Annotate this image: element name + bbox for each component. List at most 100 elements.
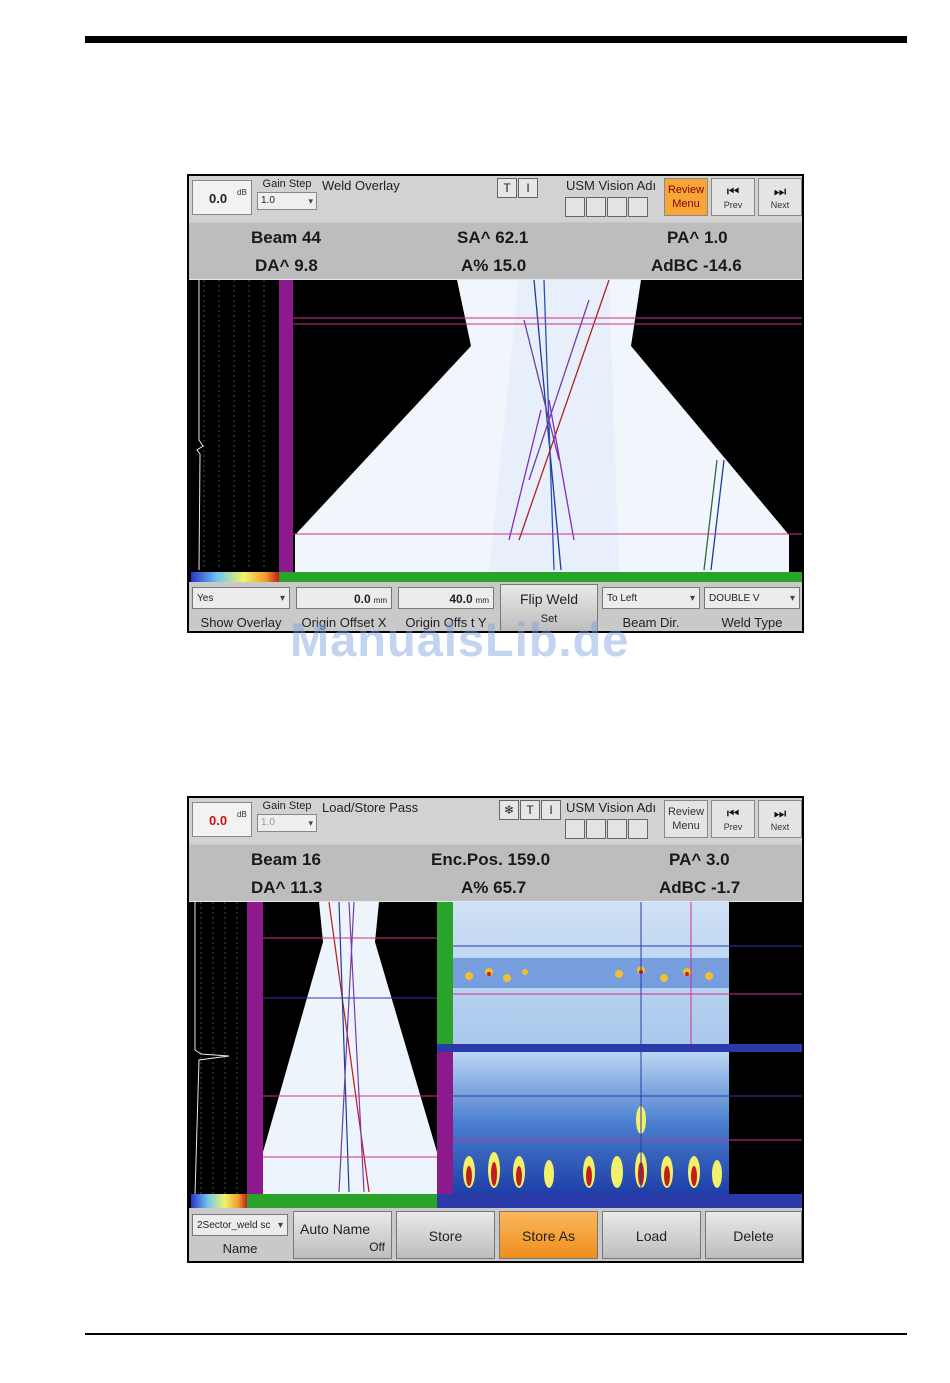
- battery-icon: [586, 819, 606, 839]
- cursor-icon[interactable]: I: [541, 800, 561, 820]
- probe-icon: [565, 819, 585, 839]
- gain-readout[interactable]: 0.0 dB: [192, 802, 252, 837]
- plot-graphics: [191, 902, 802, 1208]
- next-button[interactable]: ⏭ Next: [758, 178, 802, 216]
- store-button[interactable]: Store: [396, 1211, 495, 1259]
- next-label: Next: [770, 200, 790, 210]
- origin-offset-y-value: 40.0: [449, 592, 473, 606]
- readout-row: Beam 16 Enc.Pos. 159.0 PA^ 3.0: [189, 845, 802, 874]
- flip-weld-label: Flip Weld: [519, 591, 579, 607]
- next-label: Next: [770, 822, 790, 832]
- review-menu-button[interactable]: Review Menu: [664, 178, 708, 216]
- fast-forward-icon: ⏭: [773, 805, 787, 821]
- readout-enc-pos: Enc.Pos. 159.0: [431, 850, 551, 869]
- name-label: Name: [222, 1241, 258, 1256]
- battery-icon: [586, 197, 606, 217]
- screen-title: Weld Overlay: [322, 178, 400, 193]
- network-icon: [628, 819, 648, 839]
- prev-button[interactable]: ⏮ Prev: [711, 800, 755, 838]
- fast-forward-icon: ⏭: [773, 183, 787, 199]
- readout-adbc: AdBC -14.6: [651, 256, 742, 275]
- tool-icons: TI: [497, 178, 567, 198]
- watermark: ManualsLib.de: [290, 613, 630, 666]
- gate-t-icon[interactable]: T: [497, 178, 517, 198]
- product-name: USM Vision Adı: [566, 800, 657, 815]
- product-name: USM Vision Adı: [566, 178, 657, 193]
- dual-scan-plot[interactable]: [189, 902, 802, 1208]
- prev-label: Prev: [723, 200, 743, 210]
- top-bar: 0.0 dB Gain Step 1.0 Weld Overlay TI USM…: [189, 176, 802, 222]
- plot-graphics: [191, 280, 802, 582]
- sector-scan-plot[interactable]: [189, 280, 802, 582]
- header-rule: [85, 36, 907, 43]
- network-icon: [628, 197, 648, 217]
- readout-sa: SA^ 62.1: [457, 228, 529, 247]
- next-button[interactable]: ⏭ Next: [758, 800, 802, 838]
- auto-name-button[interactable]: Auto Name Off: [293, 1211, 392, 1259]
- gain-value: 0.0: [209, 191, 228, 206]
- gain-value: 0.0: [209, 813, 228, 828]
- freeze-icon[interactable]: ❄: [499, 800, 519, 820]
- store-as-button[interactable]: Store As: [499, 1211, 598, 1259]
- readout-pa: PA^ 3.0: [669, 850, 730, 869]
- readout-row: DA^ 11.3 A% 65.7 AdBC -1.7: [189, 873, 802, 902]
- readouts: Beam 44 SA^ 62.1 PA^ 1.0 DA^ 9.8 A% 15.0…: [189, 223, 802, 280]
- readout-pa: PA^ 1.0: [667, 228, 728, 247]
- gain-step-select[interactable]: 1.0: [257, 814, 317, 832]
- weld-type-select[interactable]: DOUBLE V: [704, 587, 800, 610]
- gain-step-label: Gain Step: [262, 800, 312, 812]
- readout-adbc: AdBC -1.7: [659, 878, 741, 897]
- gain-unit: dB: [237, 810, 247, 819]
- load-store-screen: 0.0 dB Gain Step 1.0 Load/Store Pass ❄TI…: [187, 796, 804, 1263]
- auto-name-label: Auto Name: [300, 1221, 371, 1237]
- gain-step-label: Gain Step: [262, 178, 312, 190]
- storage-icon: [607, 819, 627, 839]
- review-menu-button[interactable]: Review Menu: [664, 800, 708, 838]
- ascan-trace: [194, 902, 230, 1195]
- weld-overlay-screen: 0.0 dB Gain Step 1.0 Weld Overlay TI USM…: [187, 174, 804, 633]
- origin-offset-y-field[interactable]: 40.0 mm: [398, 587, 494, 609]
- top-bar: 0.0 dB Gain Step 1.0 Load/Store Pass ❄TI…: [189, 798, 802, 844]
- name-select[interactable]: 2Sector_weld sc: [192, 1214, 288, 1237]
- readout-beam: Beam 44: [251, 228, 321, 247]
- status-icons: [565, 197, 649, 222]
- gain-unit: dB: [237, 188, 247, 197]
- readout-amp: A% 65.7: [461, 878, 527, 897]
- storage-icon: [607, 197, 627, 217]
- show-overlay-select[interactable]: Yes: [192, 587, 290, 610]
- prev-button[interactable]: ⏮ Prev: [711, 178, 755, 216]
- readout-row: Beam 44 SA^ 62.1 PA^ 1.0: [189, 223, 802, 252]
- beam-dir-select[interactable]: To Left: [602, 587, 700, 610]
- auto-name-state: Off: [369, 1240, 385, 1254]
- readout-beam: Beam 16: [251, 850, 321, 869]
- readout-da: DA^ 9.8: [255, 256, 318, 275]
- gate-t-icon[interactable]: T: [520, 800, 540, 820]
- prev-label: Prev: [723, 822, 743, 832]
- control-bar: 2Sector_weld sc Name Auto Name Off Store…: [189, 1208, 802, 1261]
- readout-da: DA^ 11.3: [251, 878, 323, 897]
- rewind-icon: ⏮: [726, 805, 740, 821]
- weld-type-label: Weld Type: [721, 615, 783, 630]
- status-icons: [565, 819, 649, 844]
- origin-offset-x-field[interactable]: 0.0 mm: [296, 587, 392, 609]
- rewind-icon: ⏮: [726, 183, 740, 199]
- origin-offset-x-unit: mm: [373, 596, 387, 605]
- tool-icons: ❄ T I: [499, 800, 569, 820]
- readouts: Beam 16 Enc.Pos. 159.0 PA^ 3.0 DA^ 11.3 …: [189, 845, 802, 902]
- gain-step: Gain Step 1.0: [257, 178, 317, 210]
- screen-title: Load/Store Pass: [322, 800, 419, 815]
- probe-icon: [565, 197, 585, 217]
- footer-rule: [85, 1333, 907, 1335]
- cursor-icon[interactable]: I: [518, 178, 538, 198]
- ascan-trace: [196, 280, 204, 571]
- origin-offset-x-value: 0.0: [353, 592, 371, 606]
- origin-offset-y-unit: mm: [475, 596, 489, 605]
- gain-step: Gain Step 1.0: [257, 800, 317, 832]
- show-overlay-label: Show Overlay: [200, 615, 282, 630]
- gain-step-select[interactable]: 1.0: [257, 192, 317, 210]
- readout-amp: A% 15.0: [461, 256, 527, 275]
- ascan-grid: [203, 280, 265, 570]
- gain-readout[interactable]: 0.0 dB: [192, 180, 252, 215]
- delete-button[interactable]: Delete: [705, 1211, 802, 1259]
- load-button[interactable]: Load: [602, 1211, 701, 1259]
